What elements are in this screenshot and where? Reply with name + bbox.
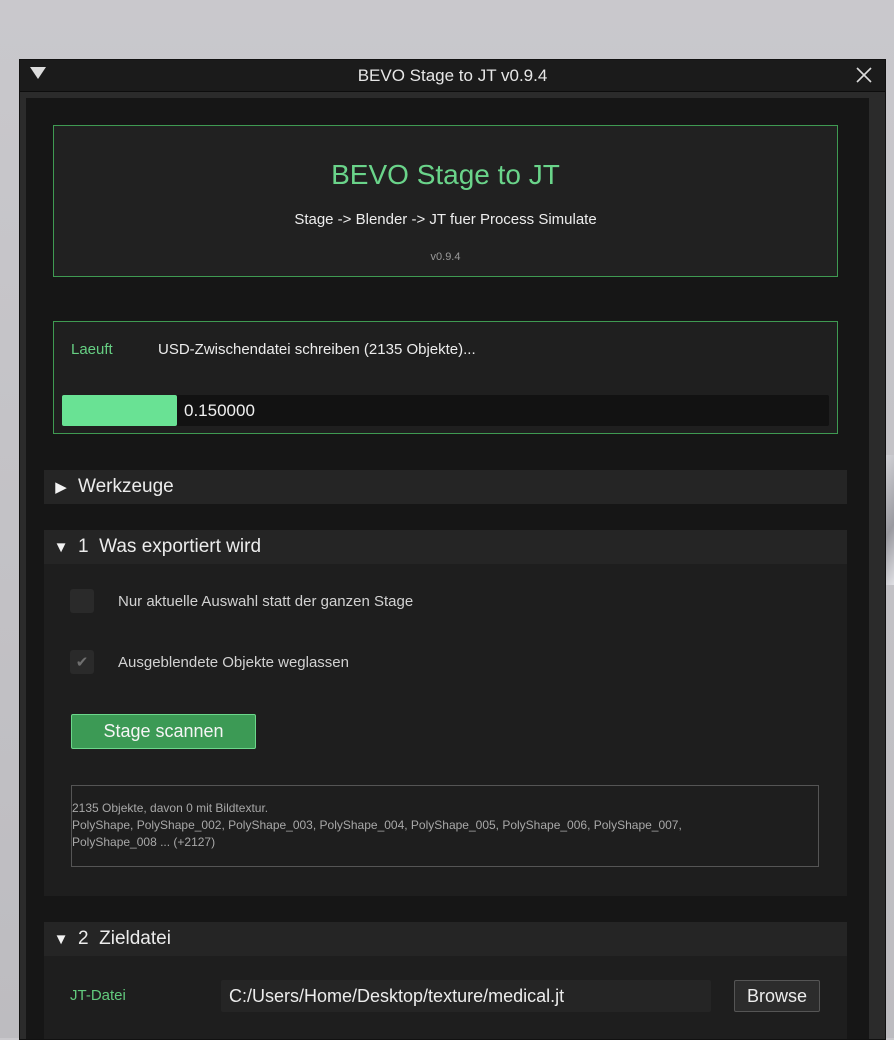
app-subtitle: Stage -> Blender -> JT fuer Process Simu…	[294, 211, 597, 228]
section-tools-header[interactable]: ▶ Werkzeuge	[44, 470, 847, 504]
scan-result-line: PolyShape_008 ... (+2127)	[72, 835, 216, 849]
skip-hidden-label: Ausgeblendete Objekte weglassen	[118, 653, 349, 671]
window-title: BEVO Stage to JT v0.9.4	[357, 65, 548, 85]
section-target-header[interactable]: ▼ 2 Zieldatei	[44, 922, 847, 956]
scan-result-line: 2135 Objekte, davon 0 mit Bildtextur.	[72, 801, 269, 815]
option-selection-row: Nur aktuelle Auswahl statt der ganzen St…	[70, 589, 413, 613]
selection-only-label: Nur aktuelle Auswahl statt der ganzen St…	[118, 592, 414, 610]
window-titlebar[interactable]: BEVO Stage to JT v0.9.4	[20, 60, 885, 92]
section-target-label: 2 Zieldatei	[78, 928, 171, 949]
selection-only-checkbox[interactable]	[70, 589, 94, 613]
scan-stage-button[interactable]: Stage scannen	[71, 714, 256, 749]
progress-fill	[62, 395, 178, 426]
browse-button[interactable]: Browse	[734, 980, 820, 1012]
expand-arrow-icon: ▶	[55, 479, 67, 496]
status-card: Laeuft USD-Zwischendatei schreiben (2135…	[53, 321, 838, 434]
section-export-body: Nur aktuelle Auswahl statt der ganzen St…	[44, 564, 847, 896]
jt-file-label: JT-Datei	[70, 987, 126, 1004]
app-title: BEVO Stage to JT	[331, 159, 560, 190]
skip-hidden-checkbox[interactable]: ✔	[70, 650, 94, 674]
status-message: USD-Zwischendatei schreiben (2135 Objekt…	[158, 341, 476, 358]
section-export-header[interactable]: ▼ 1 Was exportiert wird	[44, 530, 847, 564]
progress-bar: 0.150000	[62, 395, 829, 426]
collapse-arrow-icon: ▼	[53, 538, 69, 556]
collapse-triangle-icon[interactable]	[30, 67, 46, 79]
close-icon[interactable]	[855, 66, 873, 84]
app-version: v0.9.4	[430, 251, 461, 263]
header-card: BEVO Stage to JT Stage -> Blender -> JT …	[53, 125, 838, 277]
scan-result-box: 2135 Objekte, davon 0 mit Bildtextur. Po…	[71, 785, 819, 867]
extension-window: BEVO Stage to JT v0.9.4 BEVO Stage to JT…	[19, 59, 886, 1040]
option-hidden-row: ✔ Ausgeblendete Objekte weglassen	[70, 650, 349, 674]
checkmark-icon: ✔	[75, 654, 89, 671]
section-export-label: 1 Was exportiert wird	[78, 536, 262, 557]
progress-value: 0.150000	[184, 401, 255, 420]
section-target-body: JT-Datei Browse	[44, 956, 847, 1039]
scroll-content: BEVO Stage to JT Stage -> Blender -> JT …	[26, 98, 869, 1039]
status-label: Laeuft	[71, 341, 113, 358]
section-tools-label: Werkzeuge	[78, 476, 174, 497]
window-frame: BEVO Stage to JT Stage -> Blender -> JT …	[20, 92, 885, 1039]
collapse-arrow-icon: ▼	[53, 930, 69, 948]
jt-path-input[interactable]	[221, 980, 711, 1012]
scan-result-line: PolyShape, PolyShape_002, PolyShape_003,…	[72, 818, 682, 832]
